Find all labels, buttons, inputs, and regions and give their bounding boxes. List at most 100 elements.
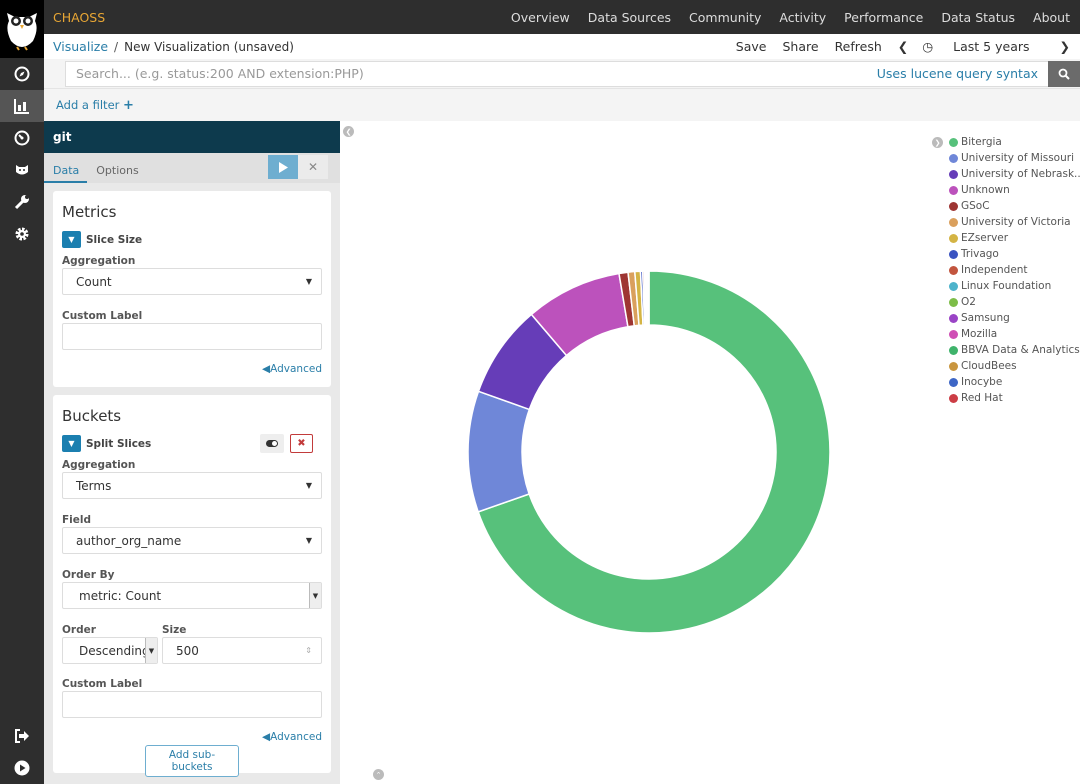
metric-aggregation-select[interactable]: Count ▼ (62, 268, 322, 295)
stepper-icon[interactable]: ⇕ (305, 646, 312, 655)
legend-item[interactable]: Linux Foundation (949, 278, 1080, 294)
play-icon[interactable] (0, 752, 44, 784)
vis-editor-sidebar: git Data Options ✕ Metrics ▼ Slice Size … (44, 121, 340, 784)
time-range-label: Last 5 years (953, 39, 1030, 54)
legend-color-dot (949, 137, 958, 147)
bucket-custom-label-input[interactable] (62, 691, 322, 718)
gear-icon[interactable] (0, 218, 44, 250)
legend-item[interactable]: EZserver (949, 230, 1080, 246)
scroll-up-button[interactable]: ⌃ (373, 769, 384, 780)
legend-item[interactable]: O2 (949, 294, 1080, 310)
nav-community[interactable]: Community (689, 10, 761, 25)
legend-item[interactable]: CloudBees (949, 358, 1080, 374)
logout-icon[interactable] (0, 720, 44, 752)
order-by-select[interactable]: metric: Count ▼ (62, 582, 322, 609)
wrench-icon[interactable] (0, 186, 44, 218)
pie-slice-university-of-missouri[interactable] (467, 390, 531, 513)
legend-color-dot (949, 329, 958, 339)
bucket-advanced-label: Advanced (270, 731, 322, 743)
breadcrumb-bar: Visualize / New Visualization (unsaved) … (44, 34, 1080, 59)
apply-changes-button[interactable] (268, 155, 298, 179)
legend-color-dot (949, 345, 958, 355)
clock-icon: ◷ (922, 39, 934, 54)
order-label: Order (62, 624, 96, 636)
legend-color-dot (949, 313, 958, 323)
legend-item[interactable]: Unknown (949, 182, 1080, 198)
nav-about[interactable]: About (1033, 10, 1070, 25)
breadcrumb-visualize[interactable]: Visualize (53, 39, 108, 54)
legend-item[interactable]: Mozilla (949, 326, 1080, 342)
legend-item[interactable]: Bitergia (949, 134, 1080, 150)
legend-color-dot (949, 361, 958, 371)
discard-changes-button[interactable]: ✕ (298, 155, 328, 179)
time-picker-button[interactable]: ◷ Last 5 years (922, 39, 1045, 54)
save-button[interactable]: Save (736, 39, 767, 54)
legend-label: Bitergia (961, 136, 1002, 148)
bear-icon[interactable] (0, 154, 44, 186)
legend-color-dot (949, 185, 958, 195)
legend-item[interactable]: GSoC (949, 198, 1080, 214)
nav-activity[interactable]: Activity (779, 10, 826, 25)
toggle-metric-button[interactable]: ▼ (62, 231, 81, 248)
legend-item[interactable]: BBVA Data & Analytics (949, 342, 1080, 358)
chevron-down-icon: ▼ (145, 638, 157, 663)
tab-options[interactable]: Options (87, 164, 146, 183)
legend-item[interactable]: University of Nebrask... (949, 166, 1080, 182)
compass-icon[interactable] (0, 58, 44, 90)
add-filter-label: Add a filter (56, 97, 120, 112)
dashboard-icon[interactable] (0, 122, 44, 154)
toggle-bucket-button[interactable]: ▼ (62, 435, 81, 452)
legend-label: BBVA Data & Analytics (961, 344, 1080, 356)
editor-tabs: Data Options ✕ (44, 153, 340, 183)
legend-item[interactable]: Inocybe (949, 374, 1080, 390)
legend-toggle-button[interactable]: ❯ (932, 137, 943, 148)
breadcrumb-current: New Visualization (unsaved) (124, 39, 294, 54)
close-icon: ✕ (307, 160, 319, 174)
bar-chart-icon[interactable] (0, 90, 44, 122)
search-submit-button[interactable] (1048, 60, 1080, 87)
add-filter-button[interactable]: Add a filter + (56, 98, 134, 113)
nav-data-sources[interactable]: Data Sources (588, 10, 671, 25)
nav-performance[interactable]: Performance (844, 10, 923, 25)
field-value: author_org_name (76, 533, 182, 548)
breadcrumb-separator: / (114, 39, 119, 54)
brand-name[interactable]: CHAOSS (53, 10, 105, 25)
legend-item[interactable]: Independent (949, 262, 1080, 278)
size-input[interactable]: 500 ⇕ (162, 637, 322, 664)
bucket-aggregation-select[interactable]: Terms ▼ (62, 472, 322, 499)
legend-item[interactable]: Samsung (949, 310, 1080, 326)
tab-data[interactable]: Data (44, 164, 88, 183)
add-sub-buckets-button[interactable]: Add sub-buckets (145, 745, 239, 777)
legend-color-dot (949, 217, 958, 227)
disable-aggregation-toggle[interactable] (260, 434, 284, 453)
legend-item[interactable]: University of Missouri (949, 150, 1080, 166)
legend-item[interactable]: Trivago (949, 246, 1080, 262)
nav-data-status[interactable]: Data Status (941, 10, 1015, 25)
time-prev-button[interactable]: ❮ (898, 39, 908, 54)
metric-advanced-toggle[interactable]: ◀Advanced (62, 363, 322, 375)
legend-color-dot (949, 297, 958, 307)
owl-logo[interactable] (0, 0, 44, 58)
legend-color-dot (949, 153, 958, 163)
search-icon (1058, 68, 1070, 80)
lucene-syntax-link[interactable]: Uses lucene query syntax (877, 66, 1038, 81)
bucket-custom-label-label: Custom Label (62, 678, 143, 690)
legend-label: GSoC (961, 200, 990, 212)
refresh-button[interactable]: Refresh (835, 39, 882, 54)
field-select[interactable]: author_org_name ▼ (62, 527, 322, 554)
legend-item[interactable]: Red Hat (949, 390, 1080, 406)
search-box: Uses lucene query syntax (65, 60, 1048, 87)
visualization-area: ❮ ❯ Bitergia University of Missouri Univer… (340, 121, 1080, 784)
size-value: 500 (176, 643, 199, 658)
metric-custom-label-input[interactable] (62, 323, 322, 350)
order-by-label: Order By (62, 569, 115, 581)
order-select[interactable]: Descending ▼ (62, 637, 158, 664)
remove-aggregation-button[interactable]: ✖ (290, 434, 313, 453)
bucket-advanced-toggle[interactable]: ◀Advanced (62, 731, 322, 743)
search-input[interactable] (76, 66, 877, 81)
time-next-button[interactable]: ❯ (1060, 39, 1070, 54)
share-button[interactable]: Share (782, 39, 818, 54)
nav-overview[interactable]: Overview (511, 10, 570, 25)
legend-item[interactable]: University of Victoria (949, 214, 1080, 230)
chevron-down-icon: ▼ (305, 481, 312, 490)
